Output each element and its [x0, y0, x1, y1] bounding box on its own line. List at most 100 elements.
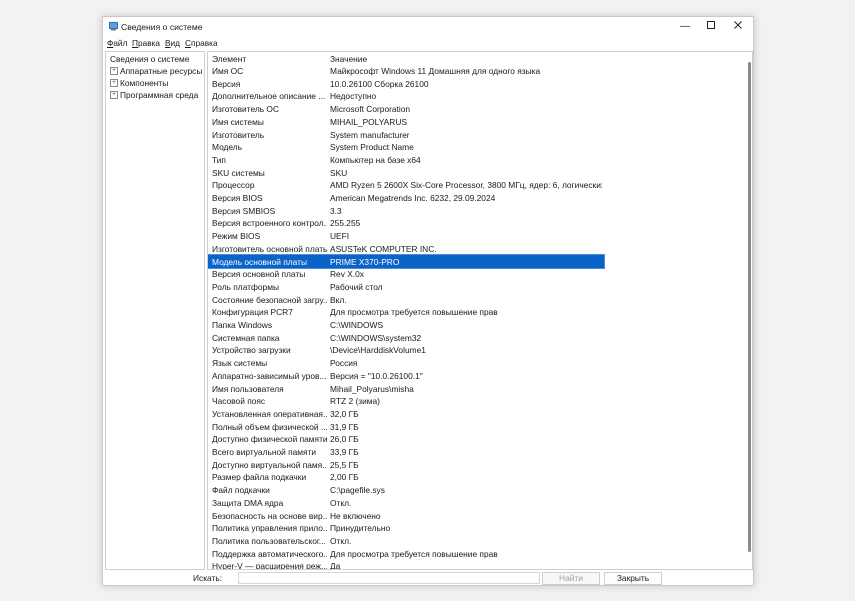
expand-icon[interactable]: + [110, 67, 118, 75]
table-row[interactable]: SKU системы SKU [208, 166, 604, 179]
table-row[interactable]: Дополнительное описание ... Недоступно [208, 90, 604, 103]
table-row[interactable]: Имя ОС Майкрософт Windows 11 Домашняя для… [208, 65, 604, 78]
row-element-value: Откл. [330, 497, 352, 508]
maximize-button[interactable] [697, 17, 725, 35]
row-element-name: Размер файла подкачки [212, 472, 307, 483]
table-row[interactable]: Часовой пояс RTZ 2 (зима) [208, 395, 604, 408]
table-row[interactable]: Безопасность на основе вир... Не включено [208, 509, 604, 522]
menu-file[interactable]: Файл [107, 38, 127, 48]
find-label: Искать: [193, 573, 223, 583]
table-row[interactable]: Папка Windows C:\WINDOWS [208, 319, 604, 332]
table-row[interactable]: Поддержка автоматического... Для просмотр… [208, 547, 604, 560]
tree-node-label: Компоненты [120, 78, 169, 88]
table-row[interactable]: Версия 10.0.26100 Сборка 26100 [208, 77, 604, 90]
row-element-name: Версия встроенного контрол... [212, 218, 327, 229]
table-row[interactable]: Имя системы MIHAIL_POLYARUS [208, 115, 604, 128]
table-row[interactable]: Имя пользователя Mihail_Polyarus\misha [208, 382, 604, 395]
table-row[interactable]: Модель основной платы PRIME X370-PRO [208, 254, 605, 269]
table-row[interactable]: Роль платформы Рабочий стол [208, 280, 604, 293]
expand-icon[interactable]: + [110, 91, 118, 99]
table-row[interactable]: Тип Компьютер на базе x64 [208, 153, 604, 166]
column-header-value[interactable]: Значение [330, 54, 367, 64]
tree-node-hardware-resources[interactable]: + Аппаратные ресурсы [110, 66, 202, 76]
table-row[interactable]: Размер файла подкачки 2,00 ГБ [208, 471, 604, 484]
table-row[interactable]: Режим BIOS UEFI [208, 230, 604, 243]
row-element-name: SKU системы [212, 167, 265, 178]
table-row[interactable]: Полный объем физической ... 31,9 ГБ [208, 420, 604, 433]
row-element-value: 255.255 [330, 218, 361, 229]
tree-root-system-summary[interactable]: Сведения о системе [110, 54, 189, 64]
row-element-name: Изготовитель ОС [212, 104, 279, 115]
tree-node-software-environment[interactable]: + Программная среда [110, 90, 198, 100]
menu-bar: Файл Правка Вид Справка [103, 37, 753, 50]
row-element-name: Полный объем физической ... [212, 421, 327, 432]
close-find-button[interactable]: Закрыть [604, 572, 662, 585]
table-row[interactable]: Системная папка C:\WINDOWS\system32 [208, 331, 604, 344]
row-element-value: Принудительно [330, 523, 391, 534]
table-row[interactable]: Доступно виртуальной памя... 25,5 ГБ [208, 458, 604, 471]
table-row[interactable]: Защита DMA ядра Откл. [208, 496, 604, 509]
table-row[interactable]: Аппаратно-зависимый уров... Версия = "10.… [208, 369, 604, 382]
row-element-value: SKU [330, 167, 348, 178]
find-button[interactable]: Найти [542, 572, 600, 585]
table-row[interactable]: Изготовитель основной платы ASUSTeK COMPU… [208, 242, 604, 255]
table-row[interactable]: Версия основной платы Rev X.0x [208, 268, 604, 281]
category-tree[interactable]: Сведения о системе + Аппаратные ресурсы … [105, 51, 205, 570]
row-element-value: C:\WINDOWS [330, 320, 384, 330]
row-element-name: Политика пользовательског... [212, 535, 326, 546]
row-element-name: Состояние безопасной загру... [212, 294, 327, 305]
row-element-name: Установленная оперативная... [212, 408, 327, 419]
table-row[interactable]: Модель System Product Name [208, 141, 604, 154]
row-element-name: Защита DMA ядра [212, 497, 284, 508]
table-row[interactable]: Процессор AMD Ryzen 5 2600X Six-Core Proc… [208, 179, 604, 192]
row-element-name: Дополнительное описание ... [212, 91, 326, 102]
close-window-button[interactable] [724, 17, 752, 35]
table-row[interactable]: Версия SMBIOS 3.3 [208, 204, 604, 217]
row-element-value: Майкрософт Windows 11 Домашняя для одног… [330, 66, 541, 76]
table-row[interactable]: Версия BIOS American Megatrends Inc. 6232… [208, 192, 604, 205]
scrollbar-thumb[interactable] [748, 62, 751, 552]
find-input[interactable] [238, 572, 540, 584]
row-element-value: ASUSTeK COMPUTER INC. [330, 243, 437, 254]
column-header-element[interactable]: Элемент [212, 54, 246, 64]
details-list[interactable]: Элемент Значение Имя ОС Майкрософт Window… [207, 51, 753, 570]
tree-node-label: Программная среда [120, 90, 199, 100]
row-element-name: Модель [212, 142, 243, 153]
vertical-scrollbar[interactable] [748, 54, 751, 567]
tree-node-components[interactable]: + Компоненты [110, 78, 168, 88]
window-title: Сведения о системе [121, 22, 203, 32]
table-row[interactable]: Установленная оперативная... 32,0 ГБ [208, 407, 604, 420]
table-row[interactable]: Изготовитель System manufacturer [208, 128, 604, 141]
table-row[interactable]: Политика пользовательског... Откл. [208, 534, 604, 547]
row-element-value: Для просмотра требуется повышение прав [330, 307, 498, 318]
table-row[interactable]: Политика управления прило... Принудительн… [208, 522, 604, 535]
table-row[interactable]: Изготовитель ОС Microsoft Corporation [208, 103, 604, 116]
row-element-name: Версия BIOS [212, 193, 263, 203]
row-element-name: Имя ОС [212, 66, 244, 76]
minimize-button[interactable]: — [671, 17, 699, 35]
table-row[interactable]: Файл подкачки C:\pagefile.sys [208, 484, 604, 497]
table-row[interactable]: Всего виртуальной памяти 33,9 ГБ [208, 446, 604, 459]
expand-icon[interactable]: + [110, 79, 118, 87]
table-row[interactable]: Конфигурация PCR7 Для просмотра требуется… [208, 306, 604, 319]
row-element-name: Режим BIOS [212, 231, 261, 242]
menu-help[interactable]: Справка [185, 38, 218, 48]
close-icon [734, 20, 742, 32]
row-element-name: Hyper-V — расширения реж... [212, 561, 327, 570]
row-element-name: Файл подкачки [212, 485, 270, 496]
table-row[interactable]: Hyper-V — расширения реж... Да [208, 560, 604, 570]
row-element-name: Тип [212, 154, 226, 165]
row-element-value: Да [330, 561, 341, 570]
row-element-value: Рабочий стол [330, 281, 383, 292]
table-row[interactable]: Состояние безопасной загру... Вкл. [208, 293, 604, 306]
table-row[interactable]: Доступно физической памяти 26,0 ГБ [208, 433, 604, 446]
table-row[interactable]: Устройство загрузки \Device\HarddiskVolum… [208, 344, 604, 357]
row-element-value: 10.0.26100 Сборка 26100 [330, 78, 429, 89]
menu-edit[interactable]: Правка [132, 38, 160, 48]
table-row[interactable]: Язык системы Россия [208, 357, 604, 370]
table-row[interactable]: Версия встроенного контрол... 255.255 [208, 217, 604, 230]
title-bar[interactable]: Сведения о системе — [103, 17, 753, 37]
row-element-value: 33,9 ГБ [330, 447, 359, 457]
system-info-app-icon [109, 22, 118, 31]
menu-view[interactable]: Вид [165, 38, 180, 48]
